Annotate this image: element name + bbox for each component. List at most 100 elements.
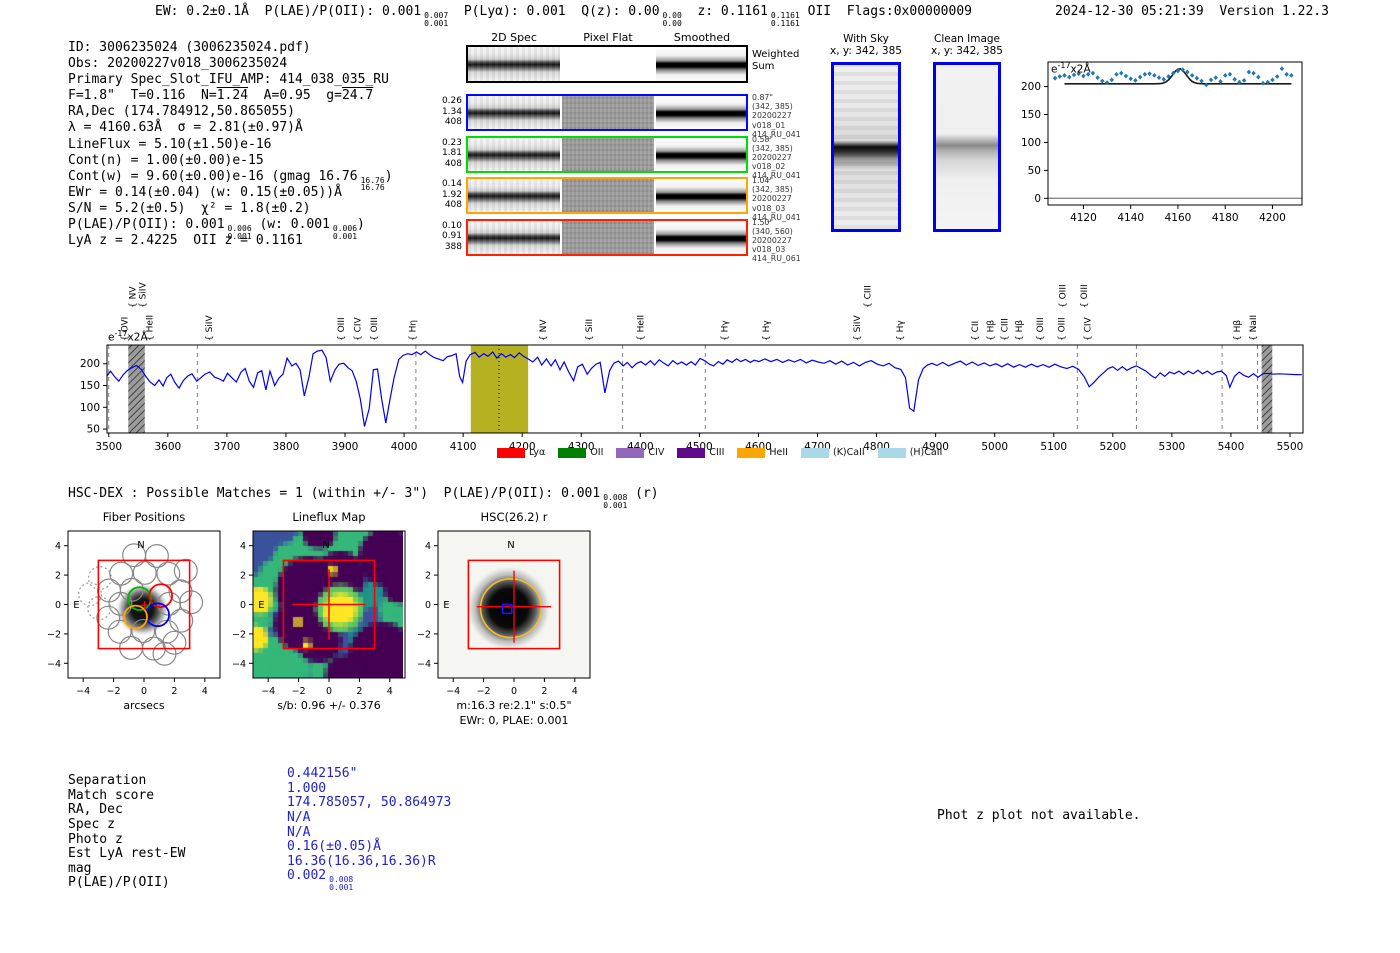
flux-point	[1143, 72, 1147, 77]
legend-item: (H)CaII	[878, 447, 943, 458]
svg-text:50: 50	[87, 424, 100, 436]
masked-band	[1262, 345, 1273, 433]
svg-text:−4: −4	[261, 686, 275, 697]
legend-label: (H)CaII	[910, 447, 943, 458]
svg-text:150: 150	[1021, 109, 1041, 121]
spectral-line-label: { Hγ	[896, 320, 906, 341]
legend-item: Lyα	[497, 447, 545, 458]
info-line: LineFlux = 5.10(±1.50)e-16	[68, 137, 393, 153]
header-timestamp: 2024-12-30 05:21:39 Version 1.22.3	[1055, 4, 1329, 19]
masked-band	[128, 345, 145, 433]
spectral-line-label: { Hβ	[1015, 320, 1025, 341]
svg-text:N: N	[507, 540, 514, 551]
info-line: F=1.8" T=0.116 N=1.24 A=0.95 g=24.7	[68, 88, 393, 104]
spec2d-col-title-smoothed: Smoothed	[656, 31, 748, 44]
spectral-line-label: { Hγ	[762, 320, 772, 341]
match-table-value: 16.36(16.36,16.36)R	[287, 854, 451, 869]
svg-text:4160: 4160	[1165, 212, 1192, 224]
svg-text:−2: −2	[47, 629, 61, 640]
spectral-line-label: { CIII	[864, 285, 874, 308]
info-line: RA,Dec (174.784912,50.865055)	[68, 104, 393, 120]
spectral-line-label: { HeII	[636, 315, 646, 341]
inset-flux-units-annotation: e-17x2Å	[1051, 61, 1091, 76]
match-table-value: 0.0020.0080.001	[287, 868, 451, 883]
svg-text:arcsecs: arcsecs	[123, 699, 165, 712]
flux-point	[1100, 79, 1104, 84]
match-table-label: Est LyA rest-EW	[68, 846, 185, 861]
flux-point	[1147, 71, 1151, 76]
svg-text:2: 2	[356, 686, 362, 697]
svg-text:3800: 3800	[273, 441, 300, 453]
weighted-sum-label-line2: Sum	[752, 61, 799, 73]
svg-text:−2: −2	[107, 686, 121, 697]
match-table-label: Match score	[68, 788, 185, 803]
svg-text:0: 0	[55, 600, 61, 611]
withsky-coords: x, y: 342, 385	[826, 45, 906, 57]
svg-text:−4: −4	[446, 686, 460, 697]
match-table-label: Separation	[68, 773, 185, 788]
weighted-sum-label-line1: Weighted	[752, 49, 799, 61]
info-line: Obs: 20200227v018_3006235024	[68, 56, 393, 72]
svg-text:3500: 3500	[95, 441, 122, 453]
spectral-line-label: { SiIV	[205, 315, 215, 341]
svg-text:4: 4	[425, 541, 431, 552]
flux-point	[1289, 73, 1293, 78]
flux-point	[1270, 77, 1274, 82]
spectral-line-label: { CIII	[1001, 318, 1011, 341]
flux-point	[1190, 73, 1194, 78]
svg-text:0: 0	[240, 600, 246, 611]
svg-text:4140: 4140	[1117, 212, 1144, 224]
flux-point	[1275, 74, 1279, 79]
spectral-line-label: { SiII	[585, 319, 595, 341]
legend-label: Lyα	[529, 447, 545, 458]
info-line: EWr = 0.14(±0.04) (w: 0.15(±0.05))Å	[68, 185, 393, 201]
flux-point	[1209, 77, 1213, 82]
match-table-value: 1.000	[287, 781, 451, 796]
lineflux-map-chart: Lineflux Map−4−4−2−2002244s/b: 0.96 +/- …	[225, 506, 425, 741]
svg-text:150: 150	[80, 380, 100, 392]
flux-point	[1128, 76, 1132, 81]
smoothed-image	[656, 96, 746, 129]
legend-swatch	[801, 448, 829, 458]
clean-image	[933, 62, 1001, 232]
spec2d-image	[468, 179, 560, 212]
flux-point	[1228, 72, 1232, 77]
hsc-cutout-chart: HSC(26.2) r−4−4−2−2002244m:16.3 re:2.1" …	[410, 506, 620, 751]
match-table-label: RA, Dec	[68, 802, 185, 817]
main-spectrum-chart: 3500360037003800390040004100420043004400…	[60, 268, 1315, 454]
pixelflat-image	[562, 96, 654, 129]
spec2d-image	[468, 47, 560, 81]
flux-point	[1247, 70, 1251, 75]
svg-text:0: 0	[141, 686, 147, 697]
flux-point	[1053, 76, 1057, 81]
flux-point	[1124, 74, 1128, 79]
clean-title: Clean Image	[927, 33, 1007, 45]
legend-label: CIII	[709, 447, 724, 458]
pixelflat-image	[562, 221, 654, 254]
withsky-image	[831, 62, 901, 232]
svg-text:0: 0	[425, 600, 431, 611]
elixer-detection-report: EW: 0.2±0.1Å P(LAE)/P(OII): 0.0010.0070.…	[0, 0, 1400, 953]
spec2d-col-title-pixelflat: Pixel Flat	[562, 31, 654, 44]
spectral-line-label: { NV	[128, 286, 138, 308]
header-stats: EW: 0.2±0.1Å P(LAE)/P(OII): 0.0010.0070.…	[155, 4, 972, 27]
flux-point	[1138, 75, 1142, 80]
smoothed-image	[656, 179, 746, 212]
spec2d-row	[466, 219, 748, 256]
spectral-line-label: { CIV	[353, 316, 363, 341]
spectral-line-label: { OIII	[370, 317, 380, 341]
svg-text:0: 0	[1034, 193, 1041, 205]
spectral-line-label: { NaII	[1249, 315, 1259, 341]
spec2d-row-right-label: 0.58"(342, 385)20200227v018_02414_RU_041	[752, 135, 816, 181]
svg-text:100: 100	[1021, 137, 1041, 149]
spec2d-row-left-label: 0.141.92408	[434, 179, 462, 211]
spec2d-image	[468, 221, 560, 254]
svg-text:4: 4	[202, 686, 208, 697]
info-line: Primary Spec_Slot_IFU_AMP: 414_038_035_R…	[68, 72, 393, 88]
svg-text:HSC(26.2) r: HSC(26.2) r	[481, 510, 548, 524]
spectral-line-label: { CIV	[1083, 316, 1093, 341]
flux-point	[1242, 78, 1246, 83]
smoothed-image	[656, 47, 746, 81]
spectral-line-label: { NV	[539, 319, 549, 341]
spectral-line-label: { OIII	[1057, 317, 1067, 341]
